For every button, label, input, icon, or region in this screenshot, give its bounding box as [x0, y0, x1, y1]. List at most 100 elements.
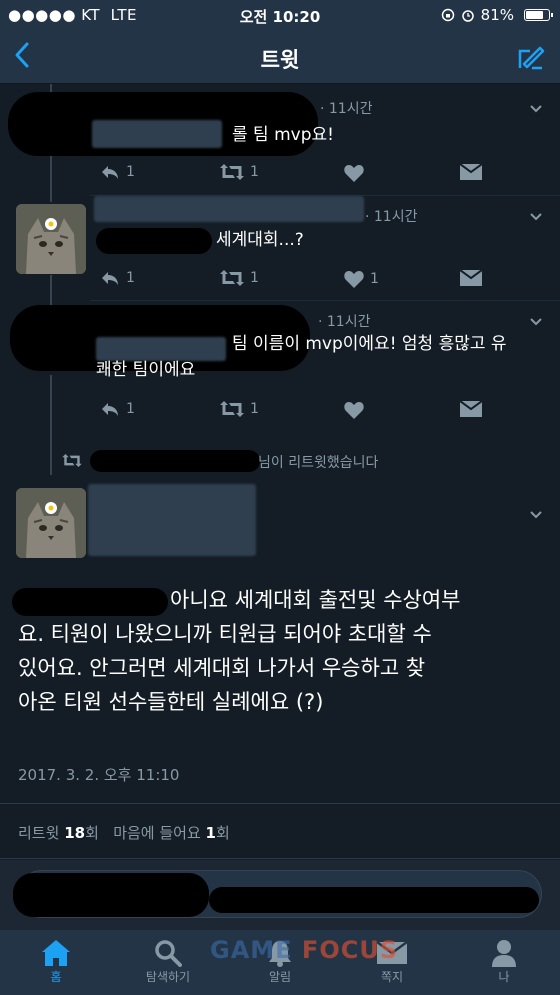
- retweet-icon: [220, 270, 244, 286]
- tab-label: 홈: [50, 970, 62, 984]
- chevron-down-icon[interactable]: [528, 506, 544, 522]
- reply-button[interactable]: 1: [100, 401, 135, 417]
- thread-tweet[interactable]: · 11시간 팀 이름이 mvp이에요! 엄청 흥많고 유 쾌한 팀이에요 1 …: [0, 301, 560, 441]
- page-title: 트윗: [260, 48, 300, 72]
- tweet-text: 쾌한 팀이에요: [96, 360, 196, 380]
- reply-count: 1: [126, 401, 135, 417]
- tab-bar: 홈 탐색하기 알림 쪽지 나: [0, 930, 560, 995]
- retweet-button[interactable]: 1: [220, 164, 259, 180]
- chevron-down-icon[interactable]: [528, 100, 544, 116]
- like-button[interactable]: [344, 164, 370, 182]
- chevron-left-icon: [15, 42, 29, 68]
- reply-icon: [102, 403, 118, 416]
- main-tweet-line: 아온 티원 선수들한테 실례에요 (?): [18, 690, 324, 714]
- battery-icon: [524, 9, 553, 21]
- redacted-author-name: [88, 484, 256, 556]
- retweet-button[interactable]: 1: [220, 401, 259, 417]
- heart-icon: [344, 271, 364, 288]
- envelope-icon: [460, 270, 482, 286]
- status-bar: ●●●●● KT LTE 오전 10:20 81%: [0, 0, 560, 30]
- reply-button[interactable]: 1: [100, 164, 135, 180]
- tweet-time: · 11시간: [320, 101, 373, 117]
- status-right: 81%: [441, 6, 553, 24]
- retweet-icon: [220, 401, 244, 417]
- cat-avatar-icon: [16, 204, 86, 274]
- like-button[interactable]: [344, 401, 370, 419]
- tab-label: 탐색하기: [145, 970, 191, 984]
- retweet-count: 1: [250, 401, 259, 417]
- tweet-text: 팀 이름이 mvp이에요! 엄청 흥많고 유: [232, 334, 507, 354]
- reply-count: 1: [126, 164, 135, 180]
- tweet-actions: 1 1 1: [100, 270, 500, 290]
- tab-messages[interactable]: 쪽지: [336, 938, 448, 985]
- thread-tweet[interactable]: · 11시간 롤 팀 mvp요! 1 1: [0, 84, 560, 196]
- main-tweet-text: 아니요 세계대회 출전및 수상여부 요. 티원이 나왔으니까 티원급 되어야 초…: [18, 583, 548, 719]
- tweet-time: · 11시간: [318, 314, 371, 330]
- envelope-icon: [460, 164, 482, 180]
- reply-input[interactable]: [13, 870, 542, 918]
- dm-share-button[interactable]: [460, 164, 482, 180]
- cat-avatar-icon: [16, 488, 86, 558]
- tweet-text: 세계대회...?: [216, 230, 304, 250]
- like-label: 마음에 들어요: [113, 824, 201, 842]
- tweet-actions: 1 1: [100, 401, 500, 421]
- dm-share-button[interactable]: [460, 401, 482, 417]
- reply-count: 1: [126, 270, 135, 286]
- like-button[interactable]: 1: [344, 270, 379, 288]
- heart-icon: [344, 165, 364, 182]
- redacted-mention: [96, 228, 212, 254]
- alarm-icon: [461, 10, 474, 22]
- like-total: 1: [205, 824, 216, 842]
- retweet-icon: [62, 454, 82, 467]
- main-tweet-line: 아니요 세계대회 출전및 수상여부: [170, 588, 461, 612]
- reply-bar: [0, 860, 560, 930]
- redacted-name: [94, 196, 364, 222]
- retweet-notice-text: 님이 리트윗했습니다: [258, 455, 379, 471]
- avatar[interactable]: [16, 204, 86, 274]
- like-count: 1: [370, 271, 379, 287]
- bell-icon: [269, 941, 291, 967]
- reply-button[interactable]: 1: [100, 270, 135, 286]
- tab-search[interactable]: 탐색하기: [112, 938, 224, 985]
- tab-label: 알림: [268, 970, 292, 984]
- rotation-lock-icon: [441, 8, 454, 22]
- divider: [0, 803, 560, 804]
- redacted-reply-text: [209, 887, 539, 913]
- redacted-reply-target: [13, 873, 209, 917]
- compose-icon: [518, 46, 545, 70]
- tab-home[interactable]: 홈: [0, 938, 112, 985]
- retweet-button[interactable]: 1: [220, 270, 259, 286]
- retweet-total: 18: [64, 824, 86, 842]
- tab-notifications[interactable]: 알림: [224, 938, 336, 985]
- retweet-count: 1: [250, 270, 259, 286]
- compose-button[interactable]: [516, 42, 546, 72]
- like-unit: 회: [215, 824, 230, 842]
- chevron-down-icon[interactable]: [528, 208, 544, 224]
- tweet-timestamp: 2017. 3. 2. 오후 11:10: [18, 766, 180, 784]
- person-icon: [492, 940, 516, 967]
- envelope-icon: [460, 401, 482, 417]
- divider: [0, 858, 560, 859]
- tweet-actions: 1 1: [100, 164, 500, 184]
- nav-header: 트윗: [0, 30, 560, 84]
- main-tweet-line: 있어요. 안그러면 세계대회 나가서 우승하고 찾: [18, 656, 426, 680]
- avatar[interactable]: [16, 488, 86, 558]
- search-icon: [155, 940, 182, 967]
- tab-label: 쪽지: [380, 970, 404, 984]
- retweet-count: 1: [250, 164, 259, 180]
- retweet-icon: [220, 164, 244, 180]
- thread-tweet[interactable]: · 11시간 세계대회...? 1 1 1: [0, 196, 560, 301]
- reply-icon: [102, 166, 118, 179]
- dm-share-button[interactable]: [460, 270, 482, 286]
- tweet-stats[interactable]: 리트윗 18회 마음에 들어요 1회: [18, 822, 230, 843]
- back-button[interactable]: [12, 40, 42, 74]
- reply-icon: [102, 272, 118, 285]
- redacted-retweeter: [90, 450, 260, 472]
- tweet-text: 롤 팀 mvp요!: [232, 125, 334, 145]
- chevron-down-icon[interactable]: [528, 313, 544, 329]
- main-tweet-line: 요. 티원이 나왔으니까 티원급 되어야 초대할 수: [18, 622, 432, 646]
- tab-profile[interactable]: 나: [448, 938, 560, 985]
- retweet-label: 리트윗: [18, 824, 60, 842]
- redacted-handle: [92, 120, 222, 148]
- envelope-icon: [377, 942, 407, 964]
